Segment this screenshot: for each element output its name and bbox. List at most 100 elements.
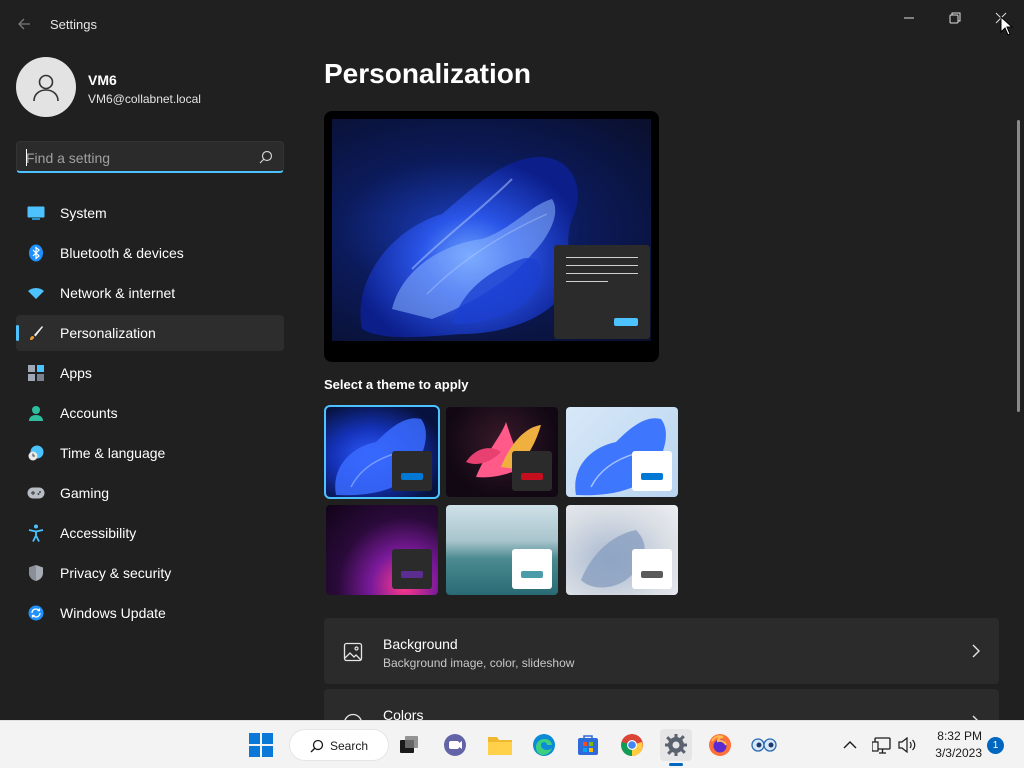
firefox-button[interactable]	[704, 729, 736, 761]
sidebar-item-accounts[interactable]: Accounts	[16, 395, 284, 431]
edge-button[interactable]	[528, 729, 560, 761]
sidebar-item-label: Windows Update	[60, 605, 166, 621]
sidebar-item-time-language[interactable]: Time & language	[16, 435, 284, 471]
user-icon	[33, 74, 59, 102]
theme-window-mock	[512, 451, 552, 491]
text-caret	[26, 149, 27, 166]
taskbar-search[interactable]: Search	[289, 729, 389, 761]
user-name: VM6	[88, 72, 117, 88]
file-explorer-button[interactable]	[484, 729, 516, 761]
sidebar-item-label: Time & language	[60, 445, 166, 461]
title-bar: Settings	[0, 0, 1024, 48]
task-view-button[interactable]	[393, 729, 425, 761]
theme-flow[interactable]	[566, 505, 678, 595]
sidebar-item-accessibility[interactable]: Accessibility	[16, 515, 284, 551]
store-icon	[578, 735, 598, 755]
theme-window-mock	[632, 549, 672, 589]
notification-badge[interactable]: 1	[987, 737, 1004, 754]
search-icon	[310, 739, 324, 753]
preview-line	[566, 273, 638, 274]
back-arrow-icon	[18, 18, 30, 30]
theme-captured-motion[interactable]	[326, 505, 438, 595]
sidebar-item-label: Personalization	[60, 325, 156, 341]
accounts-icon	[27, 404, 45, 422]
preview-line	[566, 257, 638, 258]
theme-windows-light[interactable]	[566, 407, 678, 497]
search-icon[interactable]	[259, 150, 273, 164]
theme-window-mock	[512, 549, 552, 589]
theme-preview	[324, 111, 659, 362]
sidebar-item-label: Network & internet	[60, 285, 176, 301]
avatar	[16, 57, 76, 117]
system-icon	[27, 204, 45, 222]
minimize-button[interactable]	[889, 6, 929, 30]
sidebar-item-gaming[interactable]: Gaming	[16, 475, 284, 511]
sidebar-item-apps[interactable]: Apps	[16, 355, 284, 391]
theme-gallery	[324, 405, 684, 597]
sidebar-item-system[interactable]: System	[16, 195, 284, 231]
task-view-icon	[400, 736, 418, 753]
firefox-icon	[709, 734, 731, 756]
sidebar-item-personalization[interactable]: Personalization	[16, 315, 284, 351]
sidebar-item-network[interactable]: Network & internet	[16, 275, 284, 311]
restore-button[interactable]	[935, 6, 975, 30]
mouse-cursor-icon	[1000, 16, 1013, 36]
sidebar-item-label: System	[60, 205, 107, 221]
start-icon	[249, 733, 273, 757]
network-tray-button[interactable]	[868, 729, 896, 761]
show-hidden-icons-button[interactable]	[838, 729, 862, 761]
card-subtitle: Background image, color, slideshow	[383, 656, 575, 670]
chevron-up-icon	[843, 741, 857, 749]
tray-clock-date[interactable]: 3/3/2023	[920, 746, 982, 760]
theme-sunrise[interactable]	[446, 505, 558, 595]
update-icon	[27, 604, 45, 622]
minimize-icon	[904, 17, 914, 19]
gamepad-icon	[27, 484, 45, 502]
card-title: Background	[383, 636, 458, 652]
background-setting-card[interactable]: Background Background image, color, slid…	[324, 618, 999, 684]
sidebar-nav: System Bluetooth & devices Network & int…	[16, 195, 284, 635]
theme-accent-swatch	[641, 571, 663, 578]
settings-search-box[interactable]	[16, 141, 284, 173]
theme-window-mock	[392, 451, 432, 491]
taskbar-search-label: Search	[330, 739, 369, 753]
search-input[interactable]	[26, 148, 246, 168]
content-scrollbar[interactable]	[1017, 120, 1020, 412]
volume-tray-button[interactable]	[894, 729, 920, 761]
settings-icon	[665, 734, 687, 756]
start-button[interactable]	[245, 729, 277, 761]
apps-icon	[27, 364, 45, 382]
user-email: VM6@collabnet.local	[88, 92, 201, 106]
bluetooth-icon	[27, 244, 45, 262]
theme-windows-dark[interactable]	[324, 405, 440, 499]
sidebar-item-bluetooth[interactable]: Bluetooth & devices	[16, 235, 284, 271]
theme-window-mock	[392, 549, 432, 589]
theme-window-mock	[632, 451, 672, 491]
sidebar-item-label: Accessibility	[60, 525, 137, 541]
theme-accent-swatch	[521, 571, 543, 578]
tray-clock-time[interactable]: 8:32 PM	[920, 729, 982, 743]
paintbrush-icon	[27, 324, 45, 342]
accessibility-icon	[27, 524, 45, 542]
page-title: Personalization	[324, 58, 531, 89]
remote-viewer-icon	[751, 738, 777, 752]
edge-icon	[533, 734, 555, 756]
desktop-wallpaper-preview	[332, 119, 651, 341]
chrome-button[interactable]	[616, 729, 648, 761]
sidebar-item-windows-update[interactable]: Windows Update	[16, 595, 284, 631]
teams-chat-button[interactable]	[439, 729, 471, 761]
settings-taskbar-button[interactable]	[660, 729, 692, 761]
preview-line	[566, 281, 608, 282]
sidebar-item-label: Privacy & security	[60, 565, 172, 581]
image-icon	[343, 642, 363, 662]
theme-glow[interactable]	[446, 407, 558, 497]
remote-viewer-button[interactable]	[748, 729, 780, 761]
theme-accent-swatch	[641, 473, 663, 480]
app-title: Settings	[50, 17, 97, 32]
sidebar-item-privacy[interactable]: Privacy & security	[16, 555, 284, 591]
restore-icon	[949, 12, 961, 24]
back-button[interactable]	[14, 14, 34, 34]
store-button[interactable]	[572, 729, 604, 761]
themes-section-label: Select a theme to apply	[324, 377, 469, 392]
chevron-right-icon	[972, 644, 980, 658]
